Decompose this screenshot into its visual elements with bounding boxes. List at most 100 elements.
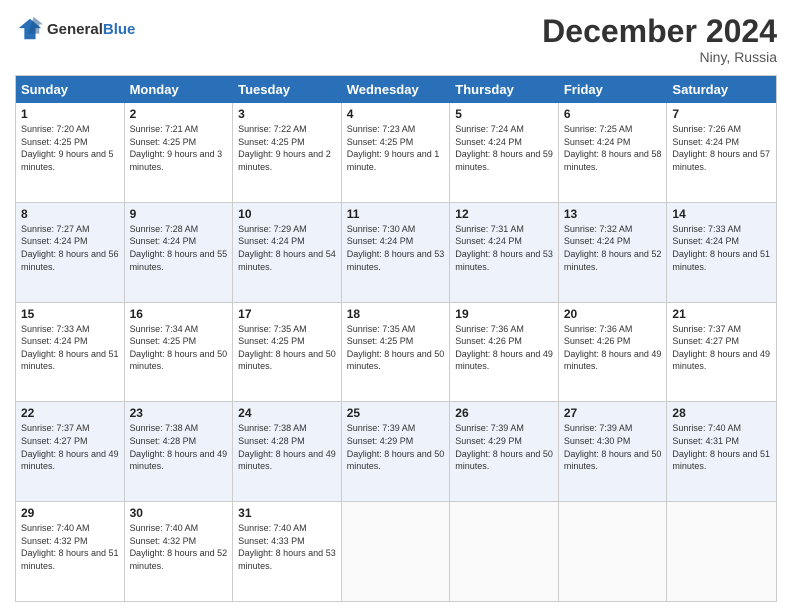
calendar-page: GeneralBlue December 2024 Niny, Russia S… bbox=[0, 0, 792, 612]
logo-text: GeneralBlue bbox=[47, 21, 135, 38]
day-info: Sunrise: 7:30 AMSunset: 4:24 PMDaylight:… bbox=[347, 223, 445, 273]
calendar-cell: 14 Sunrise: 7:33 AMSunset: 4:24 PMDayligh… bbox=[667, 203, 776, 302]
day-info: Sunrise: 7:38 AMSunset: 4:28 PMDaylight:… bbox=[238, 422, 336, 472]
calendar-cell: 13 Sunrise: 7:32 AMSunset: 4:24 PMDayligh… bbox=[559, 203, 668, 302]
calendar-cell: 6 Sunrise: 7:25 AMSunset: 4:24 PMDaylight… bbox=[559, 103, 668, 202]
day-number: 19 bbox=[455, 307, 553, 321]
day-number: 30 bbox=[130, 506, 228, 520]
day-number: 29 bbox=[21, 506, 119, 520]
day-info: Sunrise: 7:23 AMSunset: 4:25 PMDaylight:… bbox=[347, 123, 445, 173]
calendar-header: SundayMondayTuesdayWednesdayThursdayFrid… bbox=[16, 76, 776, 103]
day-info: Sunrise: 7:40 AMSunset: 4:31 PMDaylight:… bbox=[672, 422, 771, 472]
day-info: Sunrise: 7:25 AMSunset: 4:24 PMDaylight:… bbox=[564, 123, 662, 173]
day-number: 22 bbox=[21, 406, 119, 420]
calendar-cell: 27Sunrise: 7:39 AMSunset: 4:30 PMDayligh… bbox=[559, 402, 668, 501]
calendar-cell: 9Sunrise: 7:28 AMSunset: 4:24 PMDaylight… bbox=[125, 203, 234, 302]
day-number: 7 bbox=[672, 107, 771, 121]
day-info: Sunrise: 7:37 AMSunset: 4:27 PMDaylight:… bbox=[672, 323, 771, 373]
day-info: Sunrise: 7:33 AMSunset: 4:24 PMDaylight:… bbox=[672, 223, 771, 273]
day-number: 26 bbox=[455, 406, 553, 420]
location: Niny, Russia bbox=[542, 49, 777, 65]
calendar-row-1: 1 Sunrise: 7:20 AMSunset: 4:25 PMDaylight… bbox=[16, 103, 776, 202]
day-number: 25 bbox=[347, 406, 445, 420]
day-number: 21 bbox=[672, 307, 771, 321]
day-number: 10 bbox=[238, 207, 336, 221]
logo: GeneralBlue bbox=[15, 15, 135, 43]
day-number: 14 bbox=[672, 207, 771, 221]
day-info: Sunrise: 7:37 AMSunset: 4:27 PMDaylight:… bbox=[21, 422, 119, 472]
calendar: SundayMondayTuesdayWednesdayThursdayFrid… bbox=[15, 75, 777, 602]
calendar-cell bbox=[342, 502, 451, 601]
day-info: Sunrise: 7:29 AMSunset: 4:24 PMDaylight:… bbox=[238, 223, 336, 273]
month-title: December 2024 bbox=[542, 15, 777, 47]
day-number: 31 bbox=[238, 506, 336, 520]
calendar-cell: 2 Sunrise: 7:21 AMSunset: 4:25 PMDaylight… bbox=[125, 103, 234, 202]
day-number: 4 bbox=[347, 107, 445, 121]
calendar-cell bbox=[667, 502, 776, 601]
day-info: Sunrise: 7:28 AMSunset: 4:24 PMDaylight:… bbox=[130, 223, 228, 273]
day-info: Sunrise: 7:35 AMSunset: 4:25 PMDaylight:… bbox=[347, 323, 445, 373]
day-number: 13 bbox=[564, 207, 662, 221]
calendar-row-5: 29 Sunrise: 7:40 AMSunset: 4:32 PMDayligh… bbox=[16, 501, 776, 601]
calendar-cell: 28 Sunrise: 7:40 AMSunset: 4:31 PMDayligh… bbox=[667, 402, 776, 501]
header-sunday: Sunday bbox=[16, 76, 125, 103]
calendar-cell: 23 Sunrise: 7:38 AMSunset: 4:28 PMDayligh… bbox=[125, 402, 234, 501]
day-info: Sunrise: 7:35 AMSunset: 4:25 PMDaylight:… bbox=[238, 323, 336, 373]
page-header: GeneralBlue December 2024 Niny, Russia bbox=[15, 15, 777, 65]
header-tuesday: Tuesday bbox=[233, 76, 342, 103]
day-info: Sunrise: 7:34 AMSunset: 4:25 PMDaylight:… bbox=[130, 323, 228, 373]
header-monday: Monday bbox=[125, 76, 234, 103]
calendar-cell: 21 Sunrise: 7:37 AMSunset: 4:27 PMDayligh… bbox=[667, 303, 776, 402]
day-info: Sunrise: 7:32 AMSunset: 4:24 PMDaylight:… bbox=[564, 223, 662, 273]
day-number: 17 bbox=[238, 307, 336, 321]
day-number: 20 bbox=[564, 307, 662, 321]
day-number: 8 bbox=[21, 207, 119, 221]
calendar-row-2: 8Sunrise: 7:27 AMSunset: 4:24 PMDaylight… bbox=[16, 202, 776, 302]
calendar-cell: 8Sunrise: 7:27 AMSunset: 4:24 PMDaylight… bbox=[16, 203, 125, 302]
calendar-cell: 31Sunrise: 7:40 AMSunset: 4:33 PMDayligh… bbox=[233, 502, 342, 601]
day-number: 23 bbox=[130, 406, 228, 420]
header-wednesday: Wednesday bbox=[342, 76, 451, 103]
day-info: Sunrise: 7:24 AMSunset: 4:24 PMDaylight:… bbox=[455, 123, 553, 173]
day-info: Sunrise: 7:40 AMSunset: 4:32 PMDaylight:… bbox=[21, 522, 119, 572]
day-number: 1 bbox=[21, 107, 119, 121]
day-info: Sunrise: 7:40 AMSunset: 4:32 PMDaylight:… bbox=[130, 522, 228, 572]
calendar-body: 1 Sunrise: 7:20 AMSunset: 4:25 PMDaylight… bbox=[16, 103, 776, 601]
calendar-cell: 1 Sunrise: 7:20 AMSunset: 4:25 PMDaylight… bbox=[16, 103, 125, 202]
calendar-cell: 16 Sunrise: 7:34 AMSunset: 4:25 PMDayligh… bbox=[125, 303, 234, 402]
day-number: 18 bbox=[347, 307, 445, 321]
day-number: 27 bbox=[564, 406, 662, 420]
calendar-cell: 7 Sunrise: 7:26 AMSunset: 4:24 PMDaylight… bbox=[667, 103, 776, 202]
day-number: 6 bbox=[564, 107, 662, 121]
calendar-cell bbox=[559, 502, 668, 601]
day-number: 28 bbox=[672, 406, 771, 420]
calendar-cell: 5Sunrise: 7:24 AMSunset: 4:24 PMDaylight… bbox=[450, 103, 559, 202]
day-info: Sunrise: 7:20 AMSunset: 4:25 PMDaylight:… bbox=[21, 123, 119, 173]
day-info: Sunrise: 7:26 AMSunset: 4:24 PMDaylight:… bbox=[672, 123, 771, 173]
day-info: Sunrise: 7:38 AMSunset: 4:28 PMDaylight:… bbox=[130, 422, 228, 472]
day-info: Sunrise: 7:21 AMSunset: 4:25 PMDaylight:… bbox=[130, 123, 228, 173]
day-number: 12 bbox=[455, 207, 553, 221]
calendar-row-4: 22 Sunrise: 7:37 AMSunset: 4:27 PMDayligh… bbox=[16, 401, 776, 501]
calendar-cell: 4 Sunrise: 7:23 AMSunset: 4:25 PMDaylight… bbox=[342, 103, 451, 202]
day-number: 15 bbox=[21, 307, 119, 321]
day-number: 2 bbox=[130, 107, 228, 121]
day-info: Sunrise: 7:36 AMSunset: 4:26 PMDaylight:… bbox=[564, 323, 662, 373]
calendar-cell: 18 Sunrise: 7:35 AMSunset: 4:25 PMDayligh… bbox=[342, 303, 451, 402]
calendar-cell: 20 Sunrise: 7:36 AMSunset: 4:26 PMDayligh… bbox=[559, 303, 668, 402]
calendar-cell: 30 Sunrise: 7:40 AMSunset: 4:32 PMDayligh… bbox=[125, 502, 234, 601]
calendar-cell: 12Sunrise: 7:31 AMSunset: 4:24 PMDayligh… bbox=[450, 203, 559, 302]
day-number: 16 bbox=[130, 307, 228, 321]
calendar-cell: 29 Sunrise: 7:40 AMSunset: 4:32 PMDayligh… bbox=[16, 502, 125, 601]
logo-icon bbox=[15, 15, 43, 43]
day-info: Sunrise: 7:33 AMSunset: 4:24 PMDaylight:… bbox=[21, 323, 119, 373]
header-thursday: Thursday bbox=[450, 76, 559, 103]
day-info: Sunrise: 7:39 AMSunset: 4:29 PMDaylight:… bbox=[455, 422, 553, 472]
day-number: 24 bbox=[238, 406, 336, 420]
day-info: Sunrise: 7:36 AMSunset: 4:26 PMDaylight:… bbox=[455, 323, 553, 373]
day-info: Sunrise: 7:22 AMSunset: 4:25 PMDaylight:… bbox=[238, 123, 336, 173]
header-saturday: Saturday bbox=[667, 76, 776, 103]
calendar-cell: 24 Sunrise: 7:38 AMSunset: 4:28 PMDayligh… bbox=[233, 402, 342, 501]
calendar-cell: 10 Sunrise: 7:29 AMSunset: 4:24 PMDayligh… bbox=[233, 203, 342, 302]
calendar-cell: 26 Sunrise: 7:39 AMSunset: 4:29 PMDayligh… bbox=[450, 402, 559, 501]
